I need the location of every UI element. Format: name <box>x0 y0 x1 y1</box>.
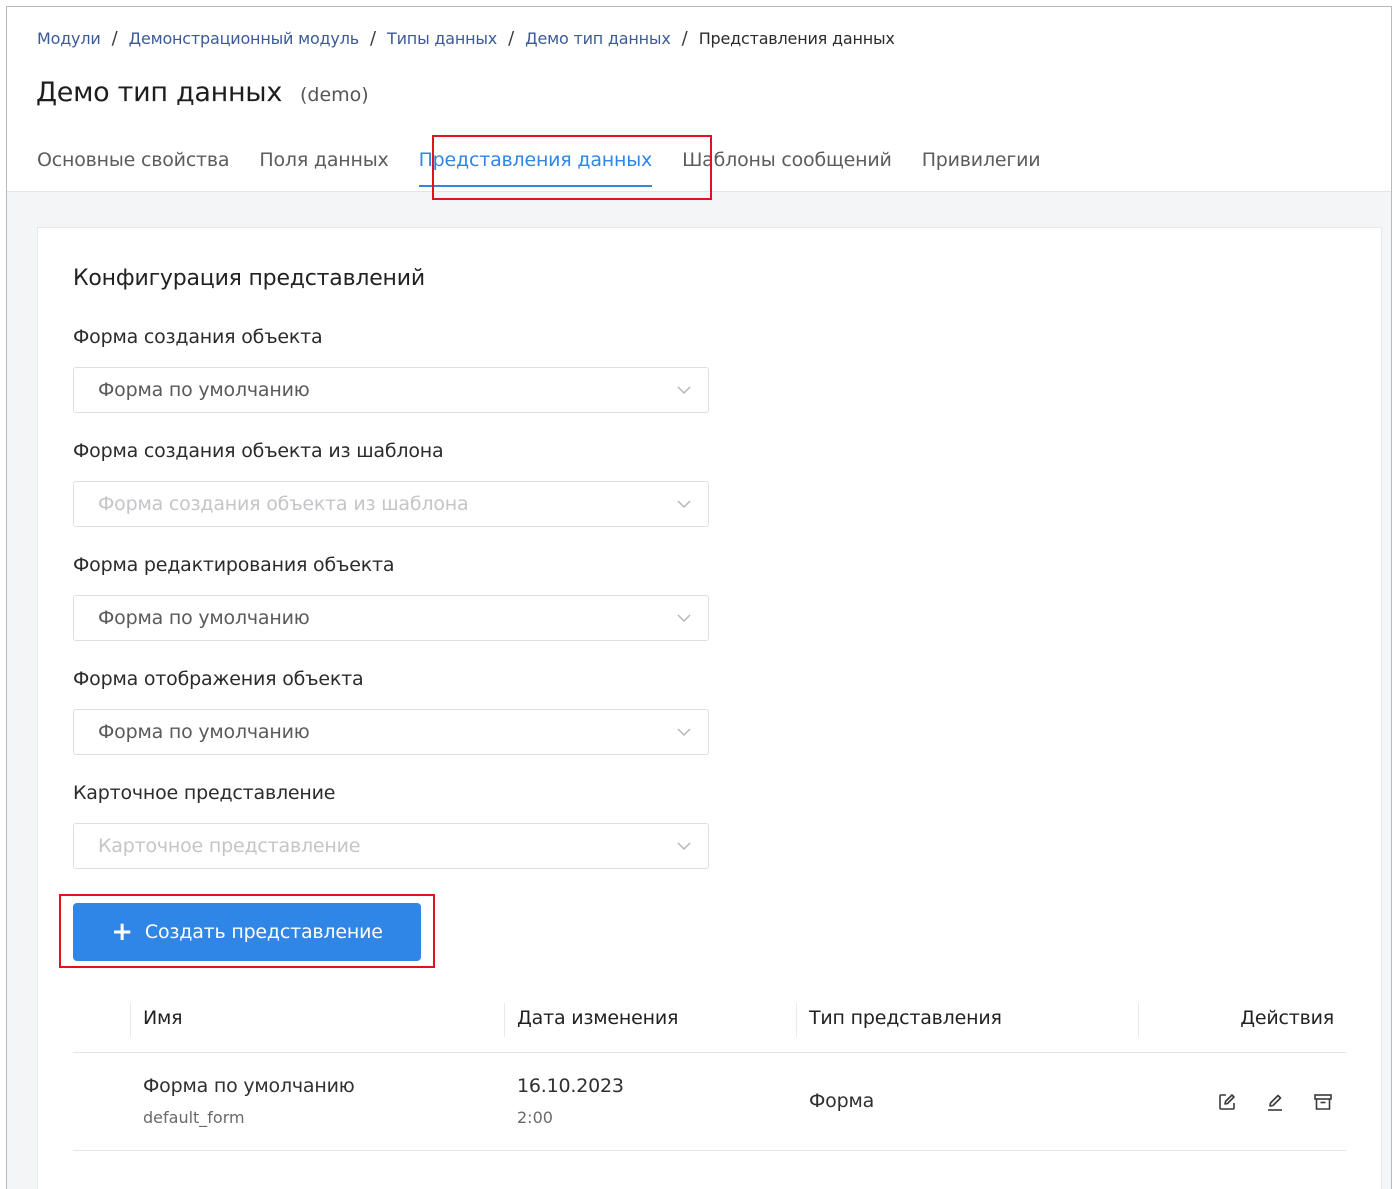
breadcrumb-current: Представления данных <box>698 28 895 48</box>
page-code: (demo) <box>300 84 369 106</box>
page-header: Модули / Демонстрационный модуль / Типы … <box>7 7 1391 200</box>
breadcrumb-demo-module[interactable]: Демонстрационный модуль <box>129 29 360 48</box>
breadcrumb-separator: / <box>369 27 377 49</box>
archive-icon[interactable] <box>1312 1091 1334 1113</box>
app-frame: Модули / Демонстрационный модуль / Типы … <box>6 6 1392 1189</box>
select-value: Форма по умолчанию <box>98 379 310 401</box>
select-placeholder: Форма создания объекта из шаблона <box>98 493 469 515</box>
breadcrumb: Модули / Демонстрационный модуль / Типы … <box>37 27 895 49</box>
breadcrumb-separator: / <box>508 27 515 49</box>
column-divider <box>504 1003 505 1037</box>
breadcrumb-separator: / <box>111 27 118 49</box>
chevron-down-icon <box>677 842 691 851</box>
column-divider <box>1138 1003 1139 1037</box>
row-type: Форма <box>809 1090 875 1112</box>
chevron-down-icon <box>677 614 691 623</box>
pencil-icon[interactable] <box>1264 1091 1286 1113</box>
tab-privileges[interactable]: Привилегии <box>922 145 1041 191</box>
field-label-view-form: Форма отображения объекта <box>73 668 364 690</box>
field-label-card-view: Карточное представление <box>73 782 336 804</box>
column-divider <box>796 1003 797 1037</box>
title-row: Демо тип данных (demo) <box>36 77 369 108</box>
tab-message-templates[interactable]: Шаблоны сообщений <box>682 145 892 191</box>
row-code: default_form <box>143 1108 245 1127</box>
row-date: 16.10.2023 <box>517 1075 624 1097</box>
field-label-create-form: Форма создания объекта <box>73 326 323 348</box>
chevron-down-icon <box>677 500 691 509</box>
row-name[interactable]: Форма по умолчанию <box>143 1075 355 1097</box>
select-value: Форма по умолчанию <box>98 721 310 743</box>
highlight-box-tab <box>432 135 712 200</box>
column-header-name[interactable]: Имя <box>143 1007 183 1029</box>
tab-data-fields[interactable]: Поля данных <box>259 145 388 191</box>
breadcrumb-modules[interactable]: Модули <box>37 29 101 48</box>
views-config-card: Конфигурация представлений Форма создани… <box>37 227 1382 1189</box>
row-time: 2:00 <box>517 1108 553 1127</box>
edit-settings-icon[interactable] <box>1216 1091 1238 1113</box>
select-card-view[interactable]: Карточное представление <box>73 823 709 869</box>
table-header: Имя Дата изменения Тип представления Дей… <box>73 993 1346 1053</box>
breadcrumb-demo-type[interactable]: Демо тип данных <box>525 29 671 48</box>
chevron-down-icon <box>677 728 691 737</box>
tab-main-properties[interactable]: Основные свойства <box>37 145 230 191</box>
select-placeholder: Карточное представление <box>98 835 361 857</box>
table-row[interactable]: Форма по умолчанию default_form 16.10.20… <box>73 1053 1346 1151</box>
select-edit-form[interactable]: Форма по умолчанию <box>73 595 709 641</box>
chevron-down-icon <box>677 386 691 395</box>
select-template-form[interactable]: Форма создания объекта из шаблона <box>73 481 709 527</box>
select-create-form[interactable]: Форма по умолчанию <box>73 367 709 413</box>
column-header-actions: Действия <box>1240 1007 1334 1029</box>
page-title: Демо тип данных <box>36 77 283 108</box>
highlight-box-button <box>59 894 435 968</box>
section-title: Конфигурация представлений <box>73 266 425 291</box>
select-value: Форма по умолчанию <box>98 607 310 629</box>
breadcrumb-separator: / <box>681 27 688 49</box>
breadcrumb-data-types[interactable]: Типы данных <box>387 29 497 48</box>
field-label-template-form: Форма создания объекта из шаблона <box>73 440 444 462</box>
column-divider <box>130 1003 131 1037</box>
select-view-form[interactable]: Форма по умолчанию <box>73 709 709 755</box>
field-label-edit-form: Форма редактирования объекта <box>73 554 395 576</box>
column-header-date[interactable]: Дата изменения <box>517 1007 678 1029</box>
views-table: Имя Дата изменения Тип представления Дей… <box>73 993 1346 1151</box>
column-header-type[interactable]: Тип представления <box>809 1007 1002 1029</box>
